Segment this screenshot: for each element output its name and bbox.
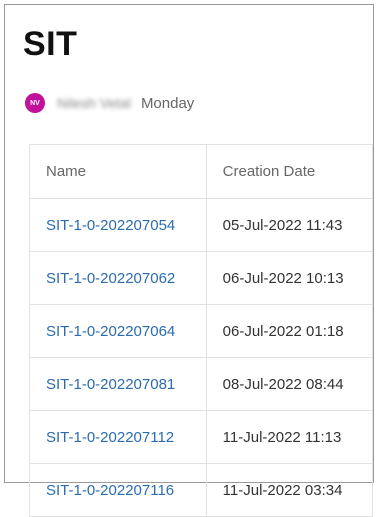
- document-link[interactable]: SIT-1-0-202207054: [29, 198, 207, 252]
- creation-date-cell: 08-Jul-2022 08:44: [205, 357, 374, 411]
- meta-row: NV Nilesh Vetal Monday: [25, 91, 194, 115]
- document-link[interactable]: SIT-1-0-202207064: [29, 304, 207, 358]
- column-header-name[interactable]: Name: [29, 144, 207, 199]
- table-row: SIT-1-0-202207062 06-Jul-2022 10:13: [29, 251, 374, 305]
- creation-date-cell: 06-Jul-2022 10:13: [205, 251, 374, 305]
- document-link[interactable]: SIT-1-0-202207062: [29, 251, 207, 305]
- document-link[interactable]: SIT-1-0-202207116: [29, 463, 207, 517]
- page-title: SIT: [23, 25, 78, 63]
- document-link[interactable]: SIT-1-0-202207081: [29, 357, 207, 411]
- avatar[interactable]: NV: [25, 93, 45, 113]
- creation-date-cell: 11-Jul-2022 11:13: [205, 410, 374, 464]
- table-row: SIT-1-0-202207116 11-Jul-2022 03:34: [29, 463, 374, 517]
- page-frame: SIT NV Nilesh Vetal Monday Name Creation…: [4, 4, 374, 517]
- table-row: SIT-1-0-202207064 06-Jul-2022 01:18: [29, 304, 374, 358]
- modified-date: Monday: [140, 94, 195, 112]
- table-header-row: Name Creation Date: [29, 144, 374, 199]
- table-row: SIT-1-0-202207081 08-Jul-2022 08:44: [29, 357, 374, 411]
- documents-table: Name Creation Date SIT-1-0-202207054 05-…: [29, 144, 374, 517]
- document-link[interactable]: SIT-1-0-202207112: [29, 410, 207, 464]
- column-header-creation-date[interactable]: Creation Date: [205, 144, 374, 199]
- creation-date-cell: 11-Jul-2022 03:34: [205, 463, 374, 517]
- table-row: SIT-1-0-202207112 11-Jul-2022 11:13: [29, 410, 374, 464]
- table-row: SIT-1-0-202207054 05-Jul-2022 11:43: [29, 198, 374, 252]
- author-name[interactable]: Nilesh Vetal: [57, 95, 131, 111]
- creation-date-cell: 05-Jul-2022 11:43: [205, 198, 374, 252]
- creation-date-cell: 06-Jul-2022 01:18: [205, 304, 374, 358]
